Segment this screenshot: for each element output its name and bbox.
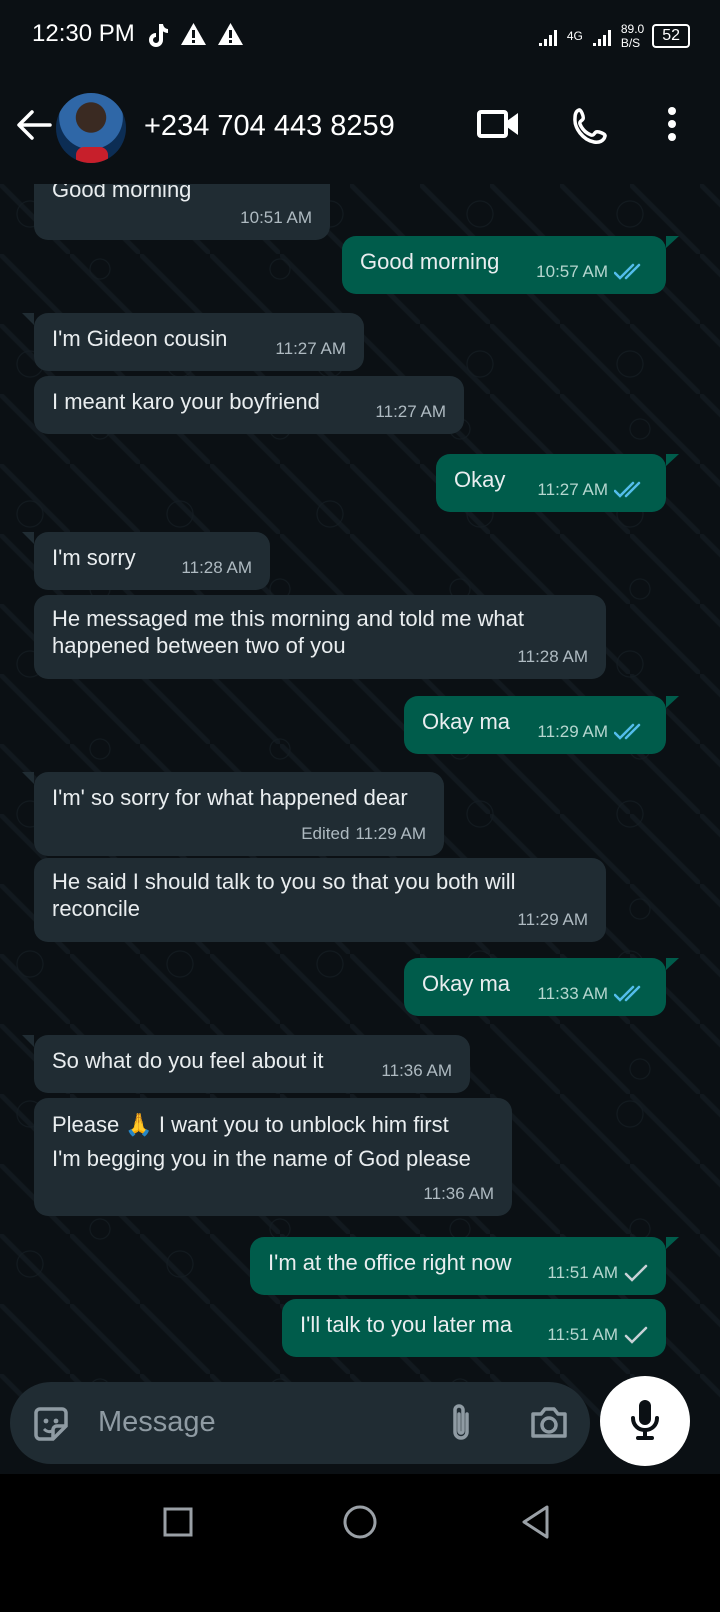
status-system-icons: 4G 89.0 B/S 52 [537,22,690,50]
more-options-icon[interactable] [665,106,679,142]
voice-message-button[interactable] [600,1376,690,1466]
contact-avatar[interactable] [56,93,126,163]
status-bar: 12:30 PM 4G 89.0 B/S 52 [0,0,720,72]
battery-indicator: 52 [652,24,690,48]
warning-icon [181,23,206,45]
message-bubble-outgoing[interactable]: I'll talk to you later ma 11:51 AM [282,1299,666,1357]
double-check-icon [614,263,641,280]
message-bubble-incoming[interactable]: He messaged me this morning and told me … [34,595,606,679]
chat-header: +234 704 443 8259 [0,72,720,185]
voice-call-icon[interactable] [570,106,610,146]
network-type: 4G [566,29,583,43]
message-bubble-incoming[interactable]: Please 🙏 I want you to unblock him first… [34,1098,512,1216]
message-text: Good morning [52,184,192,202]
double-check-icon [614,985,641,1002]
recent-apps-icon[interactable] [162,1506,194,1538]
microphone-icon [631,1399,659,1440]
message-bubble-incoming[interactable]: I'm sorry 11:28 AM [22,532,270,590]
message-bubble-outgoing[interactable]: I'm at the office right now 11:51 AM [250,1237,679,1295]
sticker-icon[interactable] [32,1405,70,1443]
signal-icon [538,30,557,46]
warning-icon [218,23,243,45]
message-bubble-outgoing[interactable]: Okay 11:27 AM [436,454,679,512]
message-bubble-incoming[interactable]: I'm Gideon cousin 11:27 AM [22,313,364,371]
attachment-icon[interactable] [446,1402,476,1444]
message-bubble-incoming[interactable]: Good morning 10:51 AM [34,184,330,240]
message-bubble-incoming[interactable]: So what do you feel about it 11:36 AM [22,1035,470,1093]
android-navigation-bar [0,1474,720,1612]
check-icon [624,1264,648,1282]
message-bubble-incoming[interactable]: I'm' so sorry for what happened dear Edit… [22,772,444,856]
check-icon [624,1326,648,1344]
back-nav-icon[interactable] [520,1504,552,1540]
status-time: 12:30 PM [32,20,135,47]
back-arrow-icon[interactable] [14,108,54,142]
message-bubble-outgoing[interactable]: Good morning 10:57 AM [342,236,679,294]
message-list[interactable]: Good morning 10:51 AM Good morning 10:57 A… [0,184,720,1420]
tiktok-icon [149,24,168,47]
message-bubble-incoming[interactable]: I meant karo your boyfriend 11:27 AM [34,376,464,434]
contact-name[interactable]: +234 704 443 8259 [144,110,395,143]
message-input[interactable] [96,1399,420,1445]
video-call-icon[interactable] [476,106,520,142]
edited-label: Edited [301,824,350,843]
status-notification-icons [146,22,244,48]
message-bubble-incoming[interactable]: He said I should talk to you so that you… [34,858,606,942]
camera-icon[interactable] [528,1404,570,1442]
signal-icon [592,30,611,46]
network-speed: 89.0 B/S [620,22,645,50]
home-icon[interactable] [342,1504,378,1540]
message-composer [10,1382,590,1464]
double-check-icon [614,723,641,740]
message-bubble-outgoing[interactable]: Okay ma 11:33 AM [404,958,679,1016]
message-bubble-outgoing[interactable]: Okay ma 11:29 AM [404,696,679,754]
double-check-icon [614,481,641,498]
